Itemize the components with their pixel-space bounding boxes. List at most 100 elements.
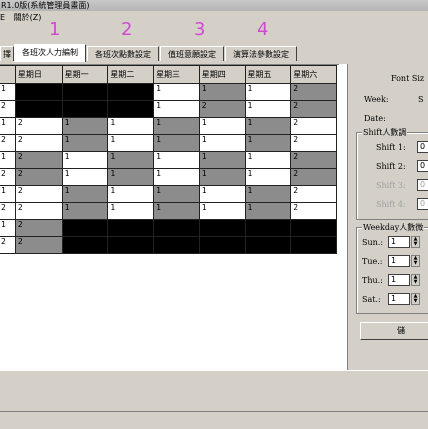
schedule-cell[interactable] (14, 100, 63, 118)
cell-value: 1 (110, 186, 116, 195)
schedule-cell[interactable]: 1 (244, 168, 292, 186)
schedule-cell[interactable]: 1 (198, 151, 246, 169)
schedule-cell[interactable]: 2 (14, 134, 63, 152)
schedule-cell[interactable] (107, 219, 155, 237)
schedule-cell[interactable]: 1 (153, 117, 200, 135)
schedule-cell[interactable]: 2 (290, 151, 337, 169)
schedule-cell[interactable]: 1 (153, 100, 200, 118)
schedule-cell[interactable] (290, 236, 337, 254)
table-row: 12 (0, 219, 337, 237)
schedule-cell[interactable] (14, 83, 63, 101)
cell-value: 1 (201, 135, 207, 144)
schedule-cell[interactable]: 2 (14, 202, 63, 220)
spinner-arrows-icon[interactable]: ▲ ▼ (411, 293, 420, 305)
schedule-cell[interactable]: 2 (290, 117, 337, 135)
cell-value (154, 220, 156, 229)
schedule-cell[interactable]: 1 (153, 83, 200, 101)
shift-label: Shift 1: (376, 143, 406, 152)
schedule-cell[interactable]: 2 (14, 236, 63, 254)
schedule-cell[interactable]: 1 (198, 117, 246, 135)
schedule-cell[interactable] (153, 236, 200, 254)
schedule-cell[interactable]: 1 (198, 134, 246, 152)
schedule-cell[interactable] (107, 236, 155, 254)
row-label: 2 (0, 100, 16, 118)
schedule-cell[interactable]: 1 (198, 168, 246, 186)
schedule-cell[interactable]: 1 (244, 151, 292, 169)
schedule-cell[interactable]: 1 (244, 185, 292, 203)
schedule-cell[interactable]: 1 (244, 134, 292, 152)
schedule-cell[interactable] (290, 219, 337, 237)
shift-input[interactable]: 0 (417, 198, 428, 210)
schedule-cell[interactable]: 1 (198, 202, 246, 220)
menu-item-e[interactable]: E (0, 13, 5, 22)
schedule-cell[interactable]: 2 (290, 83, 337, 101)
schedule-cell[interactable]: 2 (14, 168, 63, 186)
schedule-cell[interactable]: 1 (107, 202, 155, 220)
spinner-arrows-icon[interactable]: ▲ ▼ (411, 255, 420, 267)
shift-input[interactable]: 0 (417, 141, 428, 153)
schedule-cell[interactable]: 2 (290, 185, 337, 203)
schedule-cell[interactable] (61, 219, 109, 237)
schedule-cell[interactable]: 1 (107, 134, 155, 152)
shift-input[interactable]: 0 (417, 160, 428, 172)
schedule-cell[interactable]: 1 (153, 151, 200, 169)
schedule-cell[interactable] (244, 236, 292, 254)
schedule-cell[interactable]: 1 (153, 202, 200, 220)
tab-duty-preference[interactable]: 值班意願設定 (160, 46, 224, 61)
tab-partial[interactable]: 擇 (0, 46, 14, 61)
schedule-cell[interactable]: 1 (107, 151, 155, 169)
schedule-cell[interactable]: 2 (198, 100, 246, 118)
schedule-cell[interactable] (61, 83, 109, 101)
schedule-cell[interactable] (107, 83, 155, 101)
schedule-cell[interactable] (61, 100, 109, 118)
schedule-cell[interactable]: 1 (61, 185, 109, 203)
schedule-cell[interactable] (198, 236, 246, 254)
vertical-scrollbar[interactable] (339, 64, 347, 370)
shift-input[interactable]: 0 (417, 179, 428, 191)
schedule-cell[interactable]: 1 (61, 134, 109, 152)
schedule-cell[interactable]: 2 (290, 100, 337, 118)
schedule-cell[interactable]: 1 (244, 202, 292, 220)
schedule-cell[interactable]: 2 (290, 168, 337, 186)
schedule-cell[interactable]: 1 (244, 100, 292, 118)
schedule-cell[interactable]: 1 (107, 185, 155, 203)
schedule-cell[interactable]: 2 (290, 202, 337, 220)
weekday-input[interactable]: 1 (388, 255, 410, 267)
schedule-cell[interactable]: 2 (14, 151, 63, 169)
spinner-arrows-icon[interactable]: ▲ ▼ (411, 236, 420, 248)
spinner-arrows-icon[interactable]: ▲ ▼ (411, 274, 420, 286)
schedule-cell[interactable]: 1 (61, 202, 109, 220)
schedule-cell[interactable] (244, 219, 292, 237)
weekday-group-title: Weekday人數微 (362, 222, 425, 233)
schedule-cell[interactable]: 2 (290, 134, 337, 152)
schedule-cell[interactable]: 1 (153, 168, 200, 186)
weekday-input[interactable]: 1 (388, 293, 410, 305)
schedule-cell[interactable]: 1 (61, 151, 109, 169)
tab-algorithm-params[interactable]: 演算法參數設定 (225, 46, 297, 61)
schedule-cell[interactable] (153, 219, 200, 237)
schedule-cell[interactable]: 1 (153, 185, 200, 203)
schedule-cell[interactable]: 1 (198, 83, 246, 101)
schedule-cell[interactable]: 2 (14, 219, 63, 237)
schedule-cell[interactable]: 1 (61, 117, 109, 135)
schedule-cell[interactable] (198, 219, 246, 237)
schedule-cell[interactable]: 1 (244, 83, 292, 101)
weekday-input[interactable]: 1 (388, 236, 410, 248)
schedule-cell[interactable]: 2 (14, 185, 63, 203)
schedule-cell[interactable]: 1 (153, 134, 200, 152)
cell-value (16, 84, 18, 93)
menu-item-about[interactable]: 關於(Z) (14, 13, 42, 22)
weekday-input[interactable]: 1 (388, 274, 410, 286)
schedule-cell[interactable]: 1 (107, 117, 155, 135)
schedule-cell[interactable]: 2 (14, 117, 63, 135)
schedule-cell[interactable]: 1 (244, 117, 292, 135)
schedule-cell[interactable]: 1 (107, 168, 155, 186)
date-label: Date: (364, 114, 386, 123)
tab-staffing[interactable]: 各班次人力編制 (14, 44, 86, 62)
save-button[interactable]: 儲 (360, 322, 428, 340)
schedule-cell[interactable]: 1 (61, 168, 109, 186)
schedule-cell[interactable] (107, 100, 155, 118)
tab-shift-points[interactable]: 各班次點數設定 (87, 46, 159, 61)
schedule-cell[interactable] (61, 236, 109, 254)
schedule-cell[interactable]: 1 (198, 185, 246, 203)
